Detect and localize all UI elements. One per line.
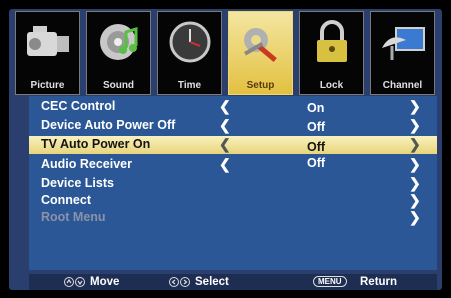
menu-item-label: Root Menu: [41, 210, 106, 224]
menu-item-root-menu[interactable]: Root Menu ❯: [29, 209, 437, 225]
menu-item-label: TV Auto Power On: [41, 137, 151, 151]
tab-channel[interactable]: Channel: [370, 11, 435, 95]
tab-lock[interactable]: Lock: [299, 11, 364, 95]
menu-item-audio-receiver[interactable]: Audio Receiver ❮ Off ❯: [29, 156, 437, 172]
tab-label: Setup: [246, 80, 275, 91]
menu-item-value: Off: [307, 140, 326, 154]
menu-item-label: CEC Control: [41, 99, 116, 113]
menu-item-device-lists[interactable]: Device Lists ❯: [29, 175, 437, 191]
setup-menu-list: CEC Control ❮ On ❯ Device Auto Power Off…: [29, 96, 437, 270]
tab-time[interactable]: Time: [157, 11, 222, 95]
tab-label: Channel: [382, 80, 423, 91]
menu-item-label: Audio Receiver: [41, 157, 133, 171]
up-down-arrows-icon: [64, 277, 85, 287]
chevron-right-icon[interactable]: ❯: [409, 117, 421, 134]
padlock-icon: [317, 20, 347, 62]
tab-setup[interactable]: Setup: [228, 11, 293, 95]
tab-sound[interactable]: Sound: [86, 11, 151, 95]
clock-icon: [169, 21, 211, 63]
menu-item-value: On: [307, 101, 325, 115]
menu-item-connect[interactable]: Connect ❯: [29, 192, 437, 208]
move-label: Move: [90, 276, 120, 288]
tab-label: Sound: [102, 80, 135, 91]
return-label: Return: [360, 276, 398, 288]
satellite-dish-icon: [382, 27, 425, 60]
tab-label: Time: [177, 80, 202, 91]
tv-screen: Picture Sound Time Setup Lock Channel CE…: [0, 0, 451, 298]
chevron-left-icon[interactable]: ❮: [219, 98, 231, 115]
chevron-right-icon[interactable]: ❯: [409, 192, 421, 209]
menu-item-tv-auto-power-on[interactable]: TV Auto Power On ❮ Off ❯: [29, 136, 437, 154]
menu-item-value: Off: [307, 120, 326, 134]
tab-picture[interactable]: Picture: [15, 11, 80, 95]
chevron-left-icon[interactable]: ❮: [219, 156, 231, 173]
help-bar: Move Select MENU Return: [29, 274, 437, 290]
speaker-icon: [100, 24, 138, 60]
select-label: Select: [195, 276, 229, 288]
menu-item-value: Off: [307, 156, 326, 170]
chevron-right-icon[interactable]: ❯: [409, 98, 421, 115]
chevron-right-icon[interactable]: ❯: [409, 209, 421, 226]
left-right-arrows-icon: [169, 277, 190, 287]
camcorder-icon: [27, 26, 69, 56]
menu-item-cec-control[interactable]: CEC Control ❮ On ❯: [29, 98, 437, 115]
tab-label: Lock: [319, 80, 344, 91]
menu-item-device-auto-power-off[interactable]: Device Auto Power Off ❮ Off ❯: [29, 117, 437, 134]
tab-bar: Picture Sound Time Setup Lock Channel: [15, 11, 437, 95]
menu-key-icon: MENU: [313, 276, 347, 287]
tools-icon: [244, 28, 277, 62]
chevron-right-icon[interactable]: ❯: [409, 156, 421, 173]
menu-item-label: Connect: [41, 193, 91, 207]
tab-label: Picture: [30, 80, 65, 91]
menu-item-label: Device Lists: [41, 176, 114, 190]
chevron-right-icon[interactable]: ❯: [409, 175, 421, 192]
menu-item-label: Device Auto Power Off: [41, 118, 176, 132]
chevron-right-icon[interactable]: ❯: [409, 136, 421, 153]
chevron-left-icon[interactable]: ❮: [219, 136, 231, 153]
chevron-left-icon[interactable]: ❮: [219, 117, 231, 134]
